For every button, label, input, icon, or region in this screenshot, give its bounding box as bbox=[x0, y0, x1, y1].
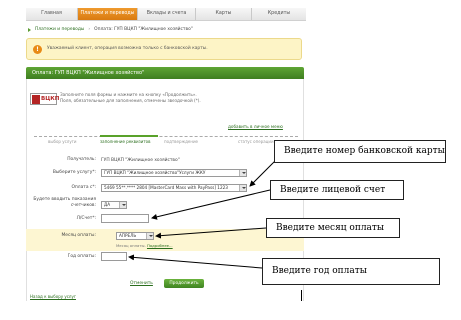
month-label: Месяц оплаты: bbox=[61, 233, 97, 238]
month-hint-text: Месяц оплаты. bbox=[116, 243, 146, 248]
text-cursor bbox=[301, 290, 302, 301]
breadcrumb-current: Оплата: ГУП ВЦКП "Жилищное хозяйство" bbox=[94, 27, 193, 32]
month-more-link[interactable]: Подробнее... bbox=[147, 243, 173, 248]
pay-from-label: Оплата с*: bbox=[71, 185, 96, 190]
provider-logo: ВЦКП bbox=[30, 93, 60, 105]
nav-tab-credits[interactable]: Кредиты bbox=[252, 8, 306, 20]
form-instructions: Заполните поля формы и нажмите на кнопку… bbox=[60, 92, 201, 104]
breadcrumb-arrow-icon bbox=[28, 27, 31, 32]
callout-card-number: Введите номер банковской карты bbox=[274, 140, 446, 163]
month-hint: Месяц оплаты. Подробнее... bbox=[116, 243, 173, 248]
breadcrumb: Платежи и переводы › Оплата: ГУП ВЦКП "Ж… bbox=[28, 27, 193, 32]
recipient-label: Получатель: bbox=[67, 157, 96, 162]
meter-readings-label: Будете вводить показания счетчиков: bbox=[33, 197, 96, 209]
callout-account: Введите лицевой счет bbox=[270, 180, 404, 200]
page-title: Оплата: ГУП ВЦКП "Жилищное хозяйство" bbox=[32, 70, 145, 76]
account-label: Л/Счет*: bbox=[76, 216, 96, 221]
provider-emblem-icon bbox=[32, 95, 40, 104]
add-to-personal-menu-link[interactable]: добавить в личное меню bbox=[228, 124, 283, 129]
chevron-down-icon bbox=[146, 233, 153, 239]
nav-divider bbox=[26, 20, 306, 21]
nav-tab-cards[interactable]: Карты bbox=[196, 8, 252, 20]
card-select[interactable]: 5469 55**.**** 2804 [MasterCard Mass wit… bbox=[101, 184, 247, 192]
recipient-value: ГУП ВЦКП "Жилищное хозяйство" bbox=[101, 158, 180, 163]
warning-notice: ! Уважаемый клиент, операция возможна то… bbox=[26, 38, 302, 60]
step-status: статус операции bbox=[238, 139, 274, 144]
chevron-down-icon bbox=[239, 170, 246, 176]
warning-text: Уважаемый клиент, операция возможна толь… bbox=[47, 46, 208, 51]
meter-readings-value: ДА bbox=[104, 202, 111, 207]
page-title-bar: Оплата: ГУП ВЦКП "Жилищное хозяйство" bbox=[26, 67, 304, 79]
breadcrumb-payments-link[interactable]: Платежи и переводы bbox=[35, 27, 84, 32]
continue-button[interactable]: Продолжить bbox=[164, 279, 204, 288]
instructions-line-2: Поля, обязательные для заполнения, отмеч… bbox=[60, 98, 201, 103]
nav-tab-home[interactable]: Главная bbox=[26, 8, 78, 20]
step-select-service: выбор услуги bbox=[48, 139, 77, 144]
step-confirmation: подтверждение bbox=[164, 139, 199, 144]
warning-icon: ! bbox=[33, 45, 42, 54]
steps-track-active bbox=[100, 135, 158, 137]
step-fill-details: заполнение реквизитов bbox=[100, 139, 151, 144]
back-to-services-link[interactable]: Назад к выбору услуг bbox=[30, 294, 76, 299]
service-select[interactable]: ГУП ВЦКП "Жилищное хозяйство"Услуги ЖКУ bbox=[101, 169, 247, 177]
steps-track bbox=[34, 136, 298, 137]
month-select-value: АПРЕЛЬ bbox=[119, 233, 137, 238]
account-input[interactable] bbox=[101, 214, 149, 223]
breadcrumb-separator: › bbox=[88, 27, 91, 32]
card-select-value: 5469 55**.**** 2804 [MasterCard Mass wit… bbox=[104, 185, 228, 190]
chevron-down-icon bbox=[239, 185, 246, 191]
cancel-link[interactable]: Отменить bbox=[130, 281, 153, 286]
nav-tab-payments[interactable]: Платежи и переводы bbox=[78, 8, 138, 20]
meter-label-line-2: счетчиков: bbox=[70, 203, 96, 208]
provider-logo-text: ВЦКП bbox=[41, 96, 60, 102]
service-select-value: ГУП ВЦКП "Жилищное хозяйство"Услуги ЖКУ bbox=[104, 170, 206, 175]
top-nav: Главная Платежи и переводы Вклады и счет… bbox=[26, 8, 306, 20]
year-input[interactable] bbox=[101, 252, 127, 261]
service-label: Выберите услугу*: bbox=[52, 170, 96, 175]
nav-tab-deposits[interactable]: Вклады и счета bbox=[138, 8, 196, 20]
chevron-down-icon bbox=[119, 202, 126, 208]
month-select[interactable]: АПРЕЛЬ bbox=[116, 232, 154, 240]
callout-year: Введите год оплаты bbox=[262, 258, 440, 285]
year-label: Год оплаты: bbox=[67, 254, 96, 259]
meter-readings-select[interactable]: ДА bbox=[101, 201, 127, 209]
callout-month: Введите месяц оплаты bbox=[266, 218, 400, 238]
